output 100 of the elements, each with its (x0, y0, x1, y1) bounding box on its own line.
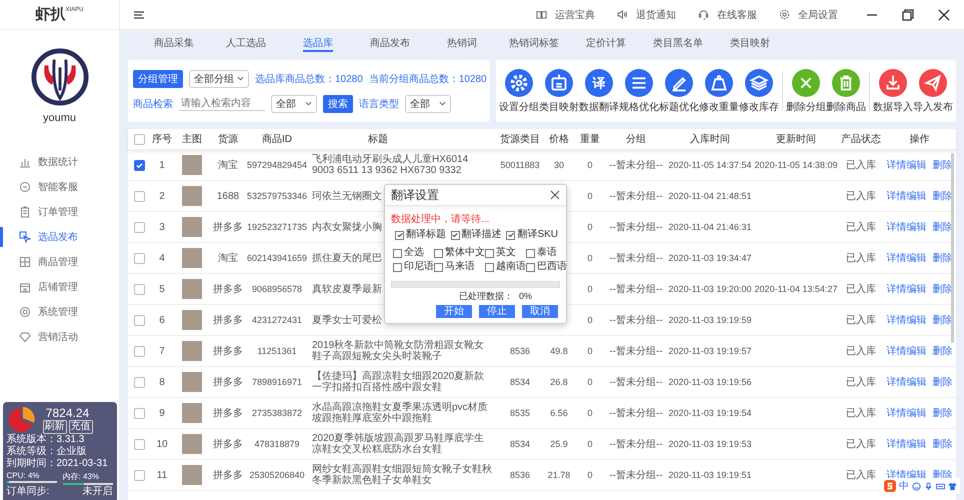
option-checkbox[interactable] (395, 230, 404, 240)
s-logo-icon[interactable] (884, 480, 896, 492)
sidebar-item[interactable]: 商品管理 (0, 252, 119, 272)
row-action-link[interactable]: 详情编辑 (886, 158, 926, 172)
row-action-link[interactable]: 删除 (932, 375, 952, 389)
keyboard-icon[interactable] (936, 482, 945, 490)
toolbar-button[interactable]: 规格优化 (619, 68, 659, 114)
dialog-button[interactable]: 开始 (436, 305, 472, 318)
row-checkbox[interactable] (134, 160, 144, 170)
option-checkbox[interactable] (506, 230, 516, 240)
option-checkbox[interactable] (450, 230, 460, 240)
table-cell: 2020-11-04 13:54:27 (754, 284, 838, 294)
tab[interactable]: 商品发布 (354, 33, 426, 53)
tab[interactable]: 类目黑名单 (642, 33, 714, 53)
toolbar-button[interactable]: 设置分组 (499, 68, 539, 114)
card-action-button[interactable]: 刷新 (42, 420, 66, 434)
toolbar-button[interactable]: 删除商品 (826, 68, 866, 114)
tab[interactable]: 人工选品 (210, 33, 282, 53)
tab[interactable]: 商品采集 (138, 33, 210, 53)
group-manage-button[interactable]: 分组管理 (133, 70, 183, 88)
sidebar-item[interactable]: 店铺管理 (0, 277, 119, 297)
language-checkbox[interactable] (526, 262, 535, 272)
row-checkbox[interactable] (134, 314, 144, 326)
row-checkbox[interactable] (134, 346, 144, 356)
language-select[interactable]: 全部 (405, 94, 451, 112)
table-cell-text: --暂未分组-- (609, 406, 663, 420)
row-checkbox[interactable] (134, 190, 144, 202)
toolbar-button[interactable]: 修改库存 (739, 68, 779, 114)
tab[interactable]: 热销词标签 (498, 33, 570, 53)
row-checkbox[interactable] (134, 284, 144, 294)
tab[interactable]: 热销词 (426, 33, 498, 53)
search-field[interactable]: 请输入检索内容 (179, 96, 265, 110)
search-button[interactable]: 搜索 (323, 94, 353, 112)
menu-icon[interactable] (134, 10, 144, 20)
dialog-button[interactable]: 停止 (479, 305, 515, 318)
row-action-link[interactable]: 详情编辑 (886, 437, 926, 451)
sidebar-item[interactable]: 智能客服 (0, 177, 119, 197)
row-action-link[interactable]: 删除 (932, 437, 952, 451)
card-action-button[interactable]: 充值 (68, 420, 92, 434)
toolbar-button[interactable]: 修改重量 (699, 68, 739, 114)
table-cell: 25305206840 (249, 470, 305, 480)
sidebar-item[interactable]: 订单管理 (0, 202, 119, 222)
toolbar-button[interactable]: 导入发布 (913, 68, 953, 114)
row-checkbox[interactable] (134, 470, 144, 480)
close-icon[interactable] (550, 190, 560, 200)
table-cell: 8536 (510, 470, 530, 480)
row-action-link[interactable]: 详情编辑 (886, 375, 926, 389)
row-action-link[interactable]: 详情编辑 (886, 251, 926, 265)
row-action-link[interactable]: 详情编辑 (886, 313, 926, 327)
row-action-link[interactable]: 删除 (932, 344, 952, 358)
shirt-icon[interactable] (948, 482, 957, 490)
row-checkbox[interactable] (134, 252, 144, 264)
restore-icon[interactable] (902, 8, 914, 20)
row-action-link[interactable]: 详情编辑 (886, 282, 926, 296)
dialog-button[interactable]: 取消 (522, 305, 558, 318)
smiley-icon[interactable] (912, 482, 921, 490)
language-checkbox[interactable] (434, 248, 443, 258)
ime-mode[interactable]: 中 (899, 479, 909, 493)
row-checkbox[interactable] (134, 408, 144, 418)
tab[interactable]: 定价计算 (570, 33, 642, 53)
toolbar-button[interactable]: 数据导入 (873, 68, 913, 114)
microphone-icon[interactable] (924, 482, 933, 490)
scrollbar[interactable] (951, 153, 954, 343)
language-checkbox[interactable] (393, 248, 402, 258)
sidebar-item[interactable]: 系统管理 (0, 302, 119, 322)
table-cell: 2020-11-03 19:20:00 (668, 284, 752, 294)
store-icon (19, 281, 31, 293)
toolbar-button[interactable]: 删除分组 (786, 68, 826, 114)
language-checkbox[interactable] (393, 262, 402, 272)
row-checkbox[interactable] (134, 222, 144, 232)
header-link[interactable]: 在线客服 (698, 8, 757, 22)
table-cell: 0 (587, 222, 592, 232)
row-action-link[interactable]: 删除 (932, 406, 952, 420)
language-checkbox[interactable] (434, 262, 443, 272)
row-action-link[interactable]: 详情编辑 (886, 344, 926, 358)
close-icon[interactable] (938, 8, 950, 20)
download-icon (879, 68, 907, 96)
group-select[interactable]: 全部分组 (189, 70, 249, 88)
tab[interactable]: 类目映射 (714, 33, 786, 53)
table-cell: 2020-11-03 19:19:53 (668, 439, 752, 449)
sidebar-item[interactable]: 数据统计 (0, 152, 119, 172)
language-checkbox[interactable] (485, 248, 494, 258)
tab[interactable]: 选品库 (282, 33, 354, 53)
row-checkbox[interactable] (134, 438, 144, 450)
header-link[interactable]: 全局设置 (779, 8, 838, 22)
row-action-link[interactable]: 详情编辑 (886, 220, 926, 234)
table-cell: 2020-11-03 19:19:54 (668, 408, 752, 418)
header-link[interactable]: 运营宝典 (536, 8, 595, 22)
sidebar-item[interactable]: 营销活动 (0, 327, 119, 347)
language-checkbox[interactable] (526, 248, 535, 258)
header-link[interactable]: 退货通知 (617, 8, 676, 22)
row-action-link[interactable]: 详情编辑 (886, 189, 926, 203)
toolbar-button[interactable]: 类目映射 (539, 68, 579, 114)
row-checkbox[interactable] (134, 376, 144, 388)
select-all-checkbox[interactable] (134, 134, 144, 144)
language-checkbox[interactable] (485, 262, 494, 272)
toolbar-button[interactable]: 标题优化 (659, 68, 699, 114)
row-action-link[interactable]: 详情编辑 (886, 406, 926, 420)
scope-select[interactable]: 全部 (271, 94, 317, 112)
toolbar-button[interactable]: 译 数据翻译 (579, 68, 619, 114)
